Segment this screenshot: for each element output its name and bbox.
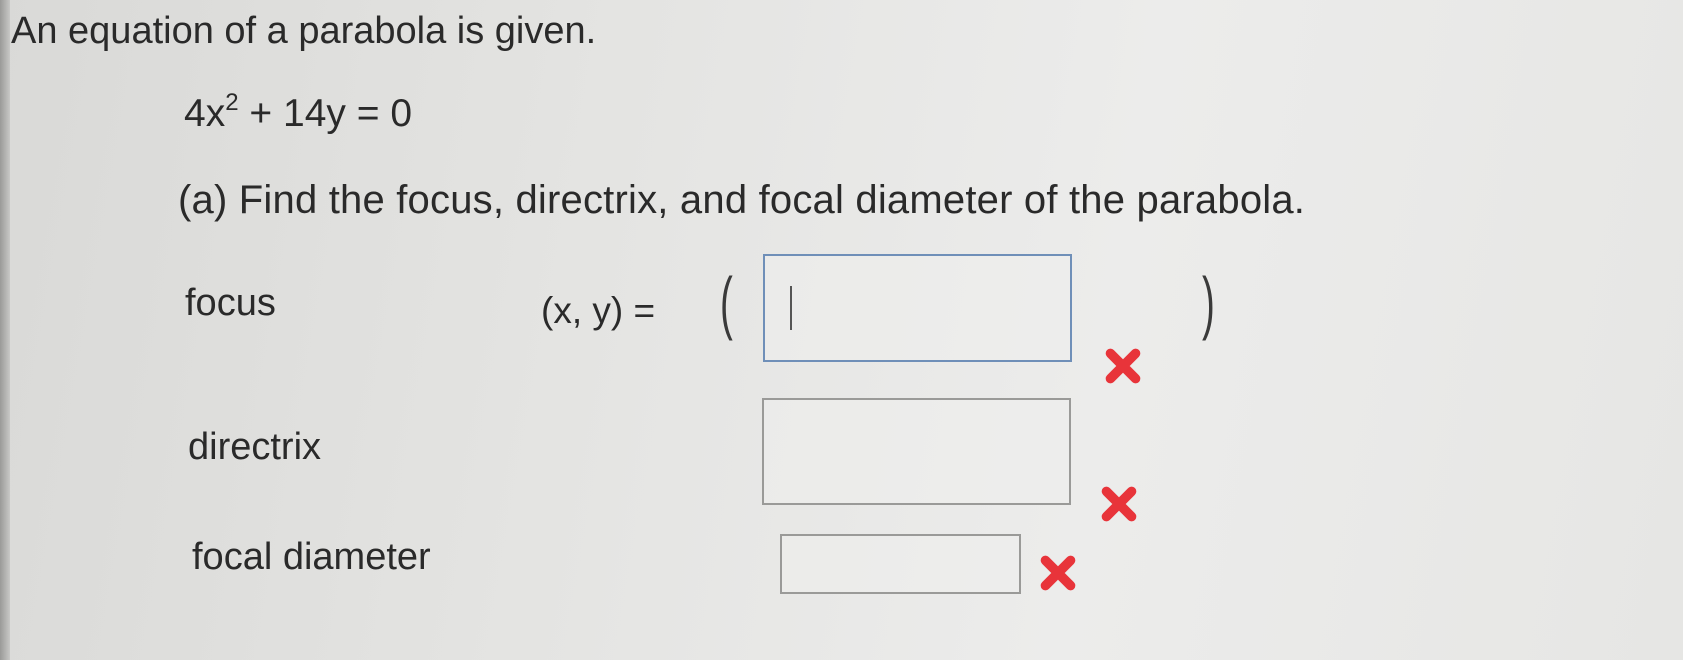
- focus-input[interactable]: [763, 254, 1072, 362]
- equation-rest: + 14y = 0: [238, 92, 413, 135]
- focus-label: focus: [185, 282, 276, 324]
- equation-term: 4x: [184, 92, 226, 135]
- close-paren: ): [1202, 263, 1215, 341]
- x-mark-icon: [1040, 555, 1076, 591]
- focus-prefix: (x, y) =: [541, 290, 656, 331]
- text-caret: [790, 286, 792, 330]
- focal-diameter-input[interactable]: [780, 534, 1021, 594]
- directrix-input[interactable]: [762, 398, 1071, 505]
- parabola-equation: 4x2 + 14y = 0: [184, 89, 413, 136]
- left-edge-shadow: [0, 0, 10, 660]
- part-a-instruction: (a) Find the focus, directrix, and focal…: [178, 178, 1306, 222]
- question-prompt: An equation of a parabola is given.: [11, 10, 597, 52]
- focal-diameter-label: focal diameter: [192, 536, 431, 578]
- x-mark-icon: [1105, 348, 1141, 384]
- open-paren: (: [720, 263, 733, 341]
- equation-exponent: 2: [225, 89, 239, 116]
- x-mark-icon: [1101, 486, 1137, 522]
- directrix-label: directrix: [188, 426, 322, 468]
